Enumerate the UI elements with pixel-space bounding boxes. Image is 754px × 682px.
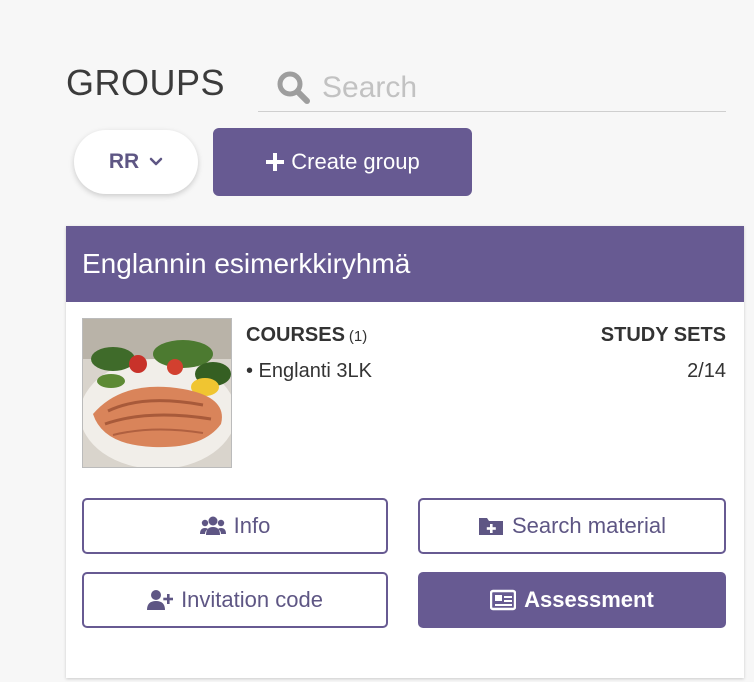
assessment-button[interactable]: Assessment	[418, 572, 726, 628]
invitation-code-button[interactable]: Invitation code	[82, 572, 388, 628]
courses-count: (1)	[348, 328, 368, 345]
groups-page: GROUPS RR Create group Englannin esimerk…	[0, 0, 754, 682]
group-card-header[interactable]: Englannin esimerkkiryhmä	[66, 226, 744, 302]
folder-plus-icon	[478, 518, 503, 535]
plus-icon	[266, 153, 285, 171]
info-button[interactable]: Info	[82, 498, 388, 554]
search-input[interactable]	[322, 70, 702, 105]
courses-label: COURSES	[246, 324, 345, 346]
search-bar	[258, 64, 726, 112]
search-icon	[277, 71, 310, 104]
assessment-label: Assessment	[524, 587, 654, 612]
id-card-icon	[490, 589, 517, 611]
page-title: GROUPS	[66, 62, 226, 103]
info-label: Info	[233, 513, 271, 538]
study-sets-value: 2/14	[687, 360, 726, 382]
course-list-item[interactable]: • Englanti 3LK	[246, 360, 372, 383]
user-plus-icon	[147, 590, 174, 610]
courses-heading: COURSES (1)	[246, 324, 367, 347]
create-group-label: Create group	[291, 149, 420, 174]
users-icon	[199, 516, 226, 535]
search-material-button[interactable]: Search material	[418, 498, 726, 554]
food-image	[83, 319, 231, 467]
create-group-button[interactable]: Create group	[213, 128, 472, 196]
study-sets-heading: STUDY SETS	[600, 324, 726, 346]
group-card: Englannin esimerkkiryhmä COURSES (1) • E…	[66, 226, 744, 678]
page-header: GROUPS	[66, 62, 225, 104]
group-thumbnail	[82, 318, 232, 468]
group-name: Englannin esimerkkiryhmä	[82, 248, 411, 279]
user-selector-label: RR	[108, 150, 140, 173]
search-material-label: Search material	[511, 513, 667, 538]
invitation-code-label: Invitation code	[181, 587, 323, 612]
chevron-down-icon	[149, 157, 163, 166]
user-selector-button[interactable]: RR	[74, 130, 198, 194]
